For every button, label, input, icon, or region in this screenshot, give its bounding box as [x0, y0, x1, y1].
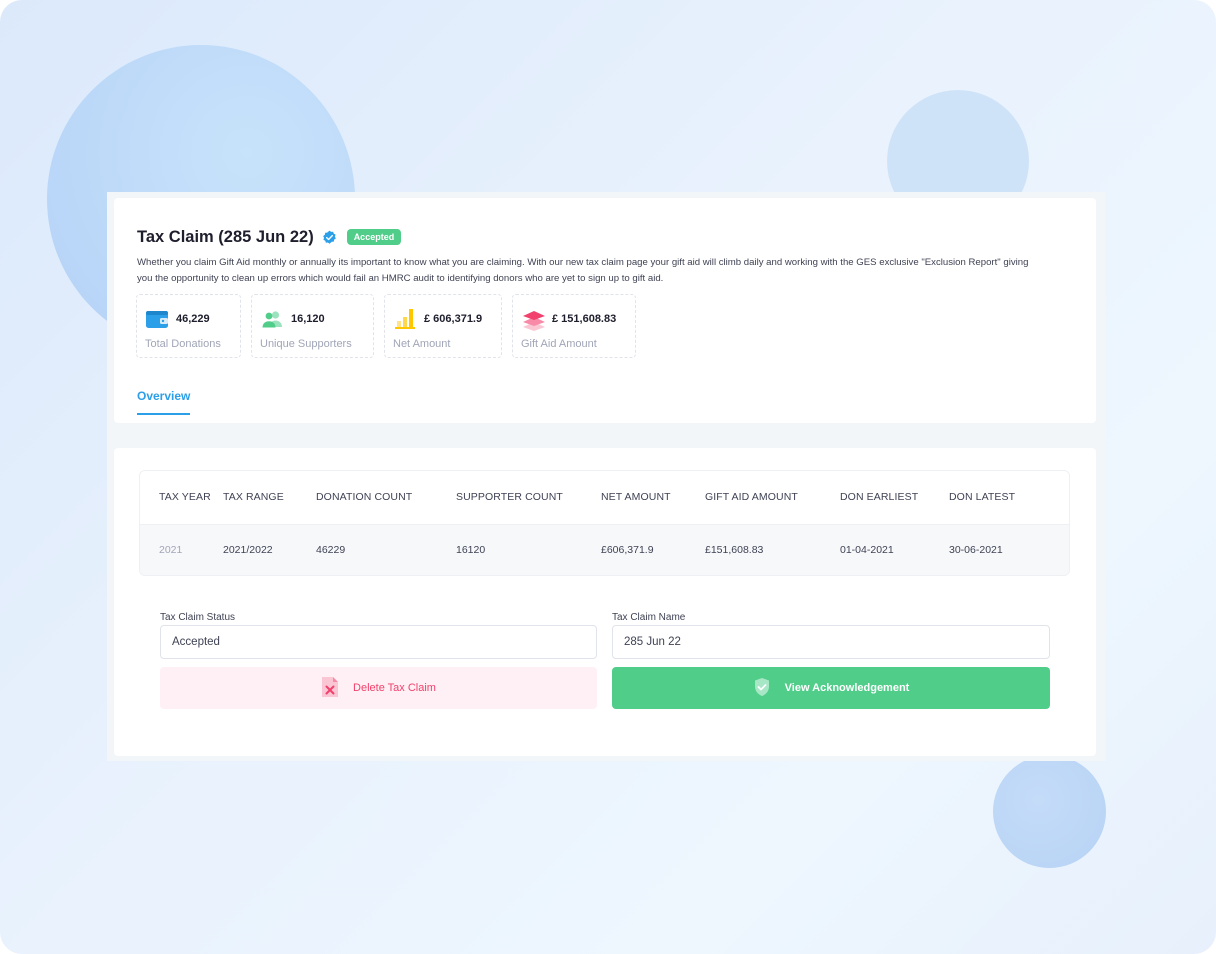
- wallet-icon: [145, 307, 169, 331]
- background-stage: Tax Claim (285 Jun 22) Accepted Whether …: [0, 0, 1216, 954]
- stat-unique-supporters: 16,120 Unique Supporters: [251, 294, 374, 358]
- claim-detail-card: TAX YEAR TAX RANGE DONATION COUNT SUPPOR…: [114, 448, 1096, 756]
- stat-value: £ 151,608.83: [552, 313, 617, 325]
- status-badge: Accepted: [346, 229, 402, 245]
- column-header: SUPPORTER COUNT: [456, 471, 601, 524]
- table-cell: 16120: [456, 523, 601, 575]
- app-frame: Tax Claim (285 Jun 22) Accepted Whether …: [107, 192, 1106, 761]
- acknowledgement-button-label: View Acknowledgement: [784, 682, 910, 694]
- column-header: DON LATEST: [949, 471, 1069, 524]
- column-header: GIFT AID AMOUNT: [705, 471, 840, 524]
- stat-value: £ 606,371.9: [424, 313, 483, 325]
- table-row[interactable]: 2021 2021/2022 46229 16120 £606,371.9 £1…: [140, 523, 1069, 575]
- delete-button-label: Delete Tax Claim: [353, 682, 436, 694]
- view-acknowledgement-button[interactable]: View Acknowledgement: [612, 667, 1050, 709]
- stat-gift-aid-amount: £ 151,608.83 Gift Aid Amount: [512, 294, 636, 358]
- table-cell: 2021/2022: [223, 523, 316, 575]
- users-icon: [260, 307, 284, 331]
- decorative-circle: [993, 755, 1106, 868]
- delete-tax-claim-button[interactable]: Delete Tax Claim: [160, 667, 597, 709]
- stat-value: 46,229: [176, 313, 210, 325]
- column-header: TAX RANGE: [223, 471, 316, 524]
- table-cell: £151,608.83: [705, 523, 840, 575]
- layers-icon: [521, 307, 545, 331]
- stat-label: Unique Supporters: [260, 338, 352, 350]
- stat-label: Gift Aid Amount: [521, 338, 597, 350]
- table-header-row: TAX YEAR TAX RANGE DONATION COUNT SUPPOR…: [140, 471, 1069, 524]
- status-field[interactable]: Accepted: [160, 625, 597, 659]
- tax-year-table: TAX YEAR TAX RANGE DONATION COUNT SUPPOR…: [139, 470, 1070, 576]
- stat-total-donations: 46,229 Total Donations: [136, 294, 241, 358]
- stat-value: 16,120: [291, 313, 325, 325]
- verified-icon: [322, 230, 337, 245]
- title-row: Tax Claim (285 Jun 22) Accepted: [137, 222, 402, 252]
- delete-file-icon: [321, 676, 339, 701]
- stats-row: 46,229 Total Donations 16,120 Unique Sup…: [136, 294, 636, 358]
- column-header: DONATION COUNT: [316, 471, 456, 524]
- table-cell: 30-06-2021: [949, 523, 1069, 575]
- stat-net-amount: £ 606,371.9 Net Amount: [384, 294, 502, 358]
- tab-overview[interactable]: Overview: [137, 389, 191, 415]
- claim-summary-card: Tax Claim (285 Jun 22) Accepted Whether …: [114, 198, 1096, 423]
- table-cell: 2021: [140, 523, 223, 575]
- stat-label: Net Amount: [393, 338, 451, 350]
- column-header: NET AMOUNT: [601, 471, 705, 524]
- name-field-label: Tax Claim Name: [612, 612, 686, 623]
- page-title: Tax Claim (285 Jun 22): [137, 227, 314, 246]
- status-field-label: Tax Claim Status: [160, 612, 236, 623]
- shield-check-icon: [753, 677, 771, 700]
- table-cell: 46229: [316, 523, 456, 575]
- table-cell: £606,371.9: [601, 523, 705, 575]
- column-header: DON EARLIEST: [840, 471, 949, 524]
- name-field[interactable]: 285 Jun 22: [612, 625, 1050, 659]
- column-header: TAX YEAR: [140, 471, 223, 524]
- table-cell: 01-04-2021: [840, 523, 949, 575]
- bar-chart-icon: [393, 307, 417, 331]
- stat-label: Total Donations: [145, 338, 221, 350]
- page-description: Whether you claim Gift Aid monthly or an…: [137, 257, 1029, 284]
